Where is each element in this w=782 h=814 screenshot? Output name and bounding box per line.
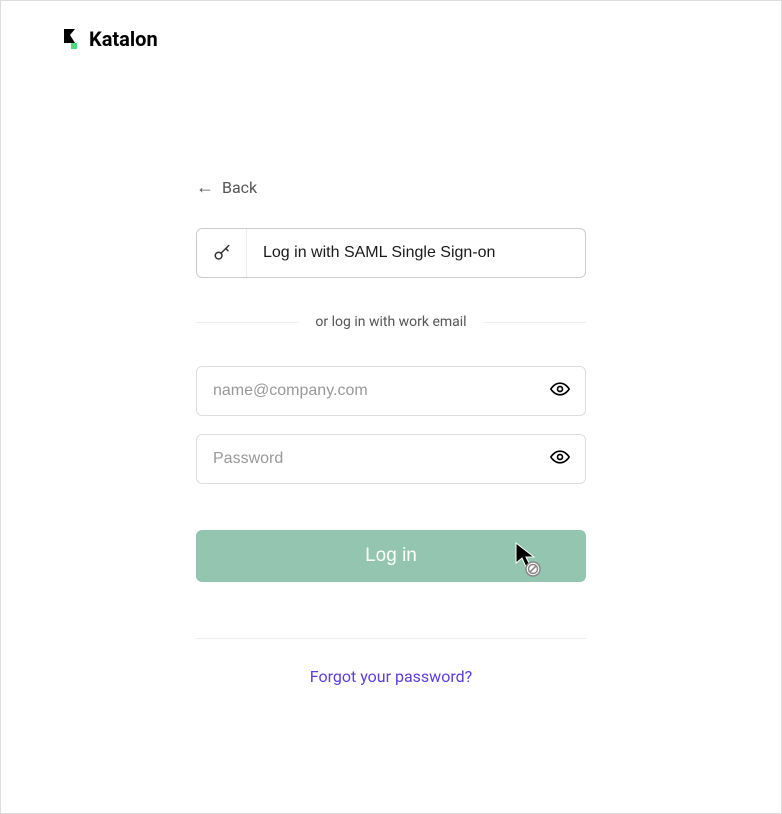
email-input-group — [196, 366, 586, 416]
brand-name: Katalon — [89, 27, 158, 51]
key-icon — [197, 229, 247, 277]
saml-sso-button[interactable]: Log in with SAML Single Sign-on — [196, 228, 586, 278]
forgot-password-link[interactable]: Forgot your password? — [196, 667, 586, 686]
eye-icon[interactable] — [550, 379, 570, 403]
password-input[interactable] — [196, 434, 586, 484]
email-input[interactable] — [196, 366, 586, 416]
app-header: Katalon — [1, 1, 781, 77]
login-divider: or log in with work email — [196, 314, 586, 330]
eye-icon[interactable] — [550, 447, 570, 471]
saml-sso-label: Log in with SAML Single Sign-on — [247, 244, 495, 262]
password-input-group — [196, 434, 586, 484]
divider-text: or log in with work email — [299, 314, 482, 330]
login-button[interactable]: Log in — [196, 530, 586, 582]
back-link[interactable]: ← Back — [196, 177, 586, 198]
arrow-left-icon: ← — [196, 177, 214, 198]
back-label: Back — [222, 178, 257, 197]
brand-logo: Katalon — [61, 27, 158, 51]
login-form: ← Back Log in with SAML Single Sign-on o… — [196, 177, 586, 686]
katalon-logo-icon — [61, 29, 81, 49]
section-divider — [196, 638, 586, 639]
